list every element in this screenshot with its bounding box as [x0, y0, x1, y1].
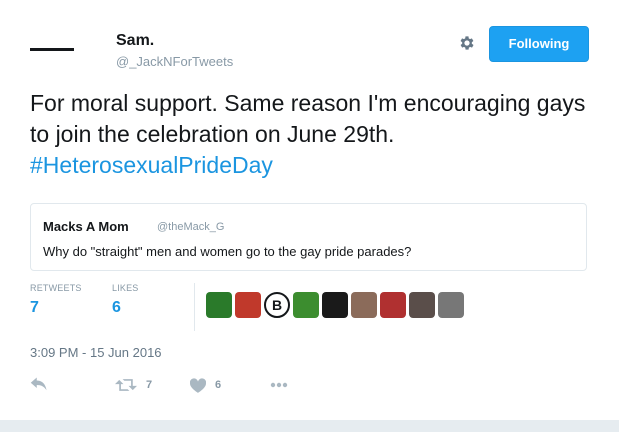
favoriter-avatar[interactable]: [409, 292, 435, 318]
quoted-author-handle: @theMack_G: [157, 221, 225, 233]
quoted-tweet[interactable]: Macks A Mom @theMack_G Why do "straight"…: [30, 203, 587, 271]
quoted-text: Why do "straight" men and women go to th…: [43, 244, 412, 259]
hashtag-link[interactable]: #HeterosexualPrideDay: [30, 152, 273, 178]
avatar[interactable]: [30, 48, 74, 51]
likes-stat[interactable]: LIKES 6: [112, 283, 139, 317]
retweets-stat[interactable]: RETWEETS 7: [30, 283, 82, 317]
favoriter-avatar[interactable]: B: [264, 292, 290, 318]
tweet-stats: RETWEETS 7 LIKES 6 B: [30, 283, 587, 331]
favoriter-avatar[interactable]: [206, 292, 232, 318]
tweet-actions: 7 6: [30, 375, 430, 395]
more-dots-icon: [270, 382, 288, 388]
author-handle[interactable]: @_JackNForTweets: [116, 54, 233, 69]
gear-icon[interactable]: [458, 34, 476, 52]
likes-label: LIKES: [112, 283, 139, 293]
favoriter-avatar[interactable]: [322, 292, 348, 318]
retweet-button[interactable]: 7: [115, 375, 152, 395]
favoriter-avatar[interactable]: [438, 292, 464, 318]
tweet-text: For moral support. Same reason I'm encou…: [30, 88, 600, 181]
like-count: 6: [215, 379, 222, 391]
favoriter-avatar[interactable]: [380, 292, 406, 318]
stats-divider: [194, 283, 195, 331]
tweet-body: For moral support. Same reason I'm encou…: [30, 90, 586, 147]
tweet-timestamp[interactable]: 3:09 PM - 15 Jun 2016: [30, 345, 162, 360]
more-button[interactable]: [270, 375, 288, 395]
retweet-icon: [115, 377, 137, 393]
quoted-author-name: Macks A Mom: [43, 219, 129, 234]
reply-icon: [30, 377, 48, 393]
heart-icon: [190, 377, 206, 393]
following-button[interactable]: Following: [489, 26, 589, 62]
retweets-value: 7: [30, 299, 39, 316]
likes-value: 6: [112, 299, 121, 316]
retweets-label: RETWEETS: [30, 283, 82, 293]
timeline-background: [0, 420, 619, 432]
like-button[interactable]: 6: [190, 375, 221, 395]
tweet-card: Sam. @_JackNForTweets Following For mora…: [0, 0, 619, 420]
favoriter-avatar[interactable]: [293, 292, 319, 318]
retweet-count: 7: [146, 379, 153, 391]
favoriter-avatar[interactable]: [351, 292, 377, 318]
tweet-header: Sam. @_JackNForTweets Following: [30, 26, 600, 74]
author-name[interactable]: Sam.: [116, 32, 154, 50]
reply-button[interactable]: [30, 375, 48, 395]
favoriter-avatar[interactable]: [235, 292, 261, 318]
